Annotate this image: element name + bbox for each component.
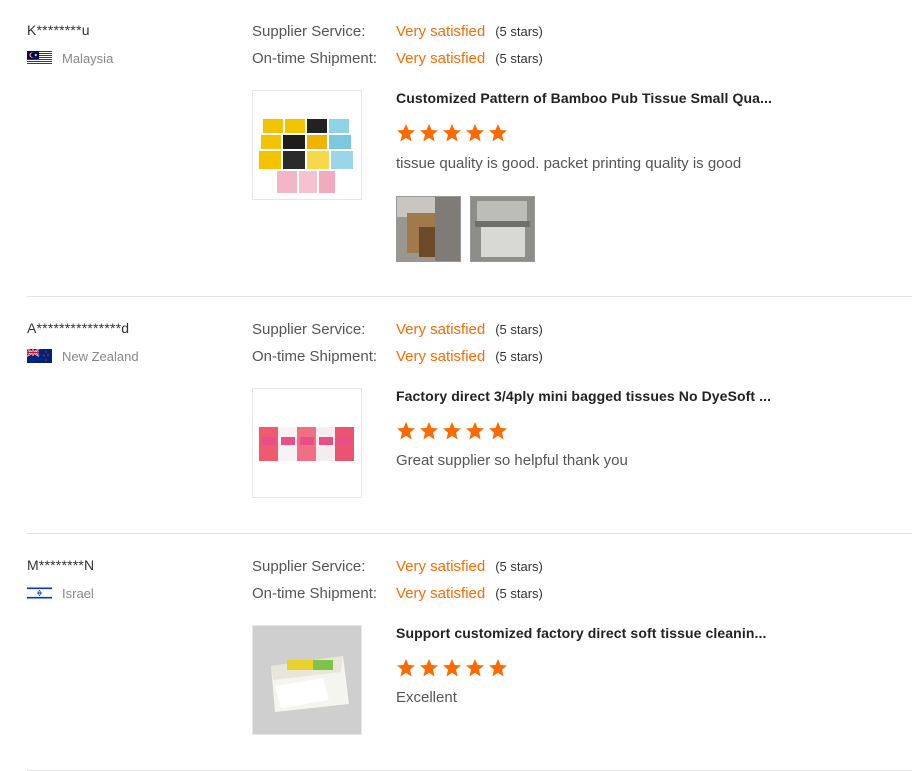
supplier-service-value: Very satisfied [396,320,486,338]
reviewer-country: Malaysia [27,50,114,66]
shipment-label: On-time Shipment: [252,49,378,67]
review-star-rating [396,421,508,441]
product-title-link[interactable]: Factory direct 3/4ply mini bagged tissue… [396,388,771,404]
reviewer-name: A***************d [27,320,130,336]
supplier-service-label: Supplier Service: [252,320,366,338]
shipment-label: On-time Shipment: [252,347,378,365]
star-icon [489,124,507,142]
shipment-stars-note: (5 stars) [495,50,543,66]
country-name: New Zealand [62,348,139,364]
star-icon [397,124,415,142]
shipment-label: On-time Shipment: [252,584,378,602]
review-photo[interactable] [470,196,535,262]
review-divider [27,296,912,297]
star-icon [489,422,507,440]
israel-flag-icon [27,586,52,600]
star-icon [443,659,461,677]
supplier-service-value: Very satisfied [396,22,486,40]
product-thumbnail[interactable] [252,625,362,735]
review-divider [27,533,912,534]
review-comment: tissue quality is good. packet printing … [396,155,742,172]
star-icon [397,422,415,440]
product-thumbnail[interactable] [252,90,362,200]
shipment-rating: On-time Shipment: Very satisfied (5 star… [252,583,543,603]
star-icon [420,422,438,440]
product-title-link[interactable]: Customized Pattern of Bamboo Pub Tissue … [396,90,772,106]
supplier-service-rating: Supplier Service: Very satisfied (5 star… [252,21,543,41]
star-icon [443,422,461,440]
supplier-service-rating: Supplier Service: Very satisfied (5 star… [252,556,543,576]
supplier-service-stars-note: (5 stars) [495,23,543,39]
reviewer-country: New Zealand [27,348,139,364]
star-icon [443,124,461,142]
star-icon [489,659,507,677]
review-photo[interactable] [396,196,461,262]
shipment-value: Very satisfied [396,49,486,67]
star-icon [466,124,484,142]
supplier-service-stars-note: (5 stars) [495,558,543,574]
reviewer-name: K********u [27,22,90,38]
product-title-link[interactable]: Support customized factory direct soft t… [396,625,766,641]
reviewer-name: M********N [27,557,95,573]
product-thumbnail[interactable] [252,388,362,498]
shipment-stars-note: (5 stars) [495,348,543,364]
supplier-service-label: Supplier Service: [252,22,366,40]
star-icon [420,124,438,142]
supplier-service-label: Supplier Service: [252,557,366,575]
star-icon [397,659,415,677]
supplier-service-rating: Supplier Service: Very satisfied (5 star… [252,319,543,339]
shipment-value: Very satisfied [396,347,486,365]
supplier-service-stars-note: (5 stars) [495,321,543,337]
star-icon [466,422,484,440]
new-zealand-flag-icon [27,349,52,363]
star-icon [420,659,438,677]
reviewer-country: Israel [27,585,94,601]
review-comment: Excellent [396,689,457,706]
shipment-rating: On-time Shipment: Very satisfied (5 star… [252,48,543,68]
shipment-stars-note: (5 stars) [495,585,543,601]
supplier-service-value: Very satisfied [396,557,486,575]
shipment-rating: On-time Shipment: Very satisfied (5 star… [252,346,543,366]
star-icon [466,659,484,677]
review-star-rating [396,123,508,143]
country-name: Israel [62,585,94,601]
shipment-value: Very satisfied [396,584,486,602]
review-star-rating [396,658,508,678]
review-comment: Great supplier so helpful thank you [396,452,628,469]
malaysia-flag-icon [27,51,52,65]
country-name: Malaysia [62,50,114,66]
